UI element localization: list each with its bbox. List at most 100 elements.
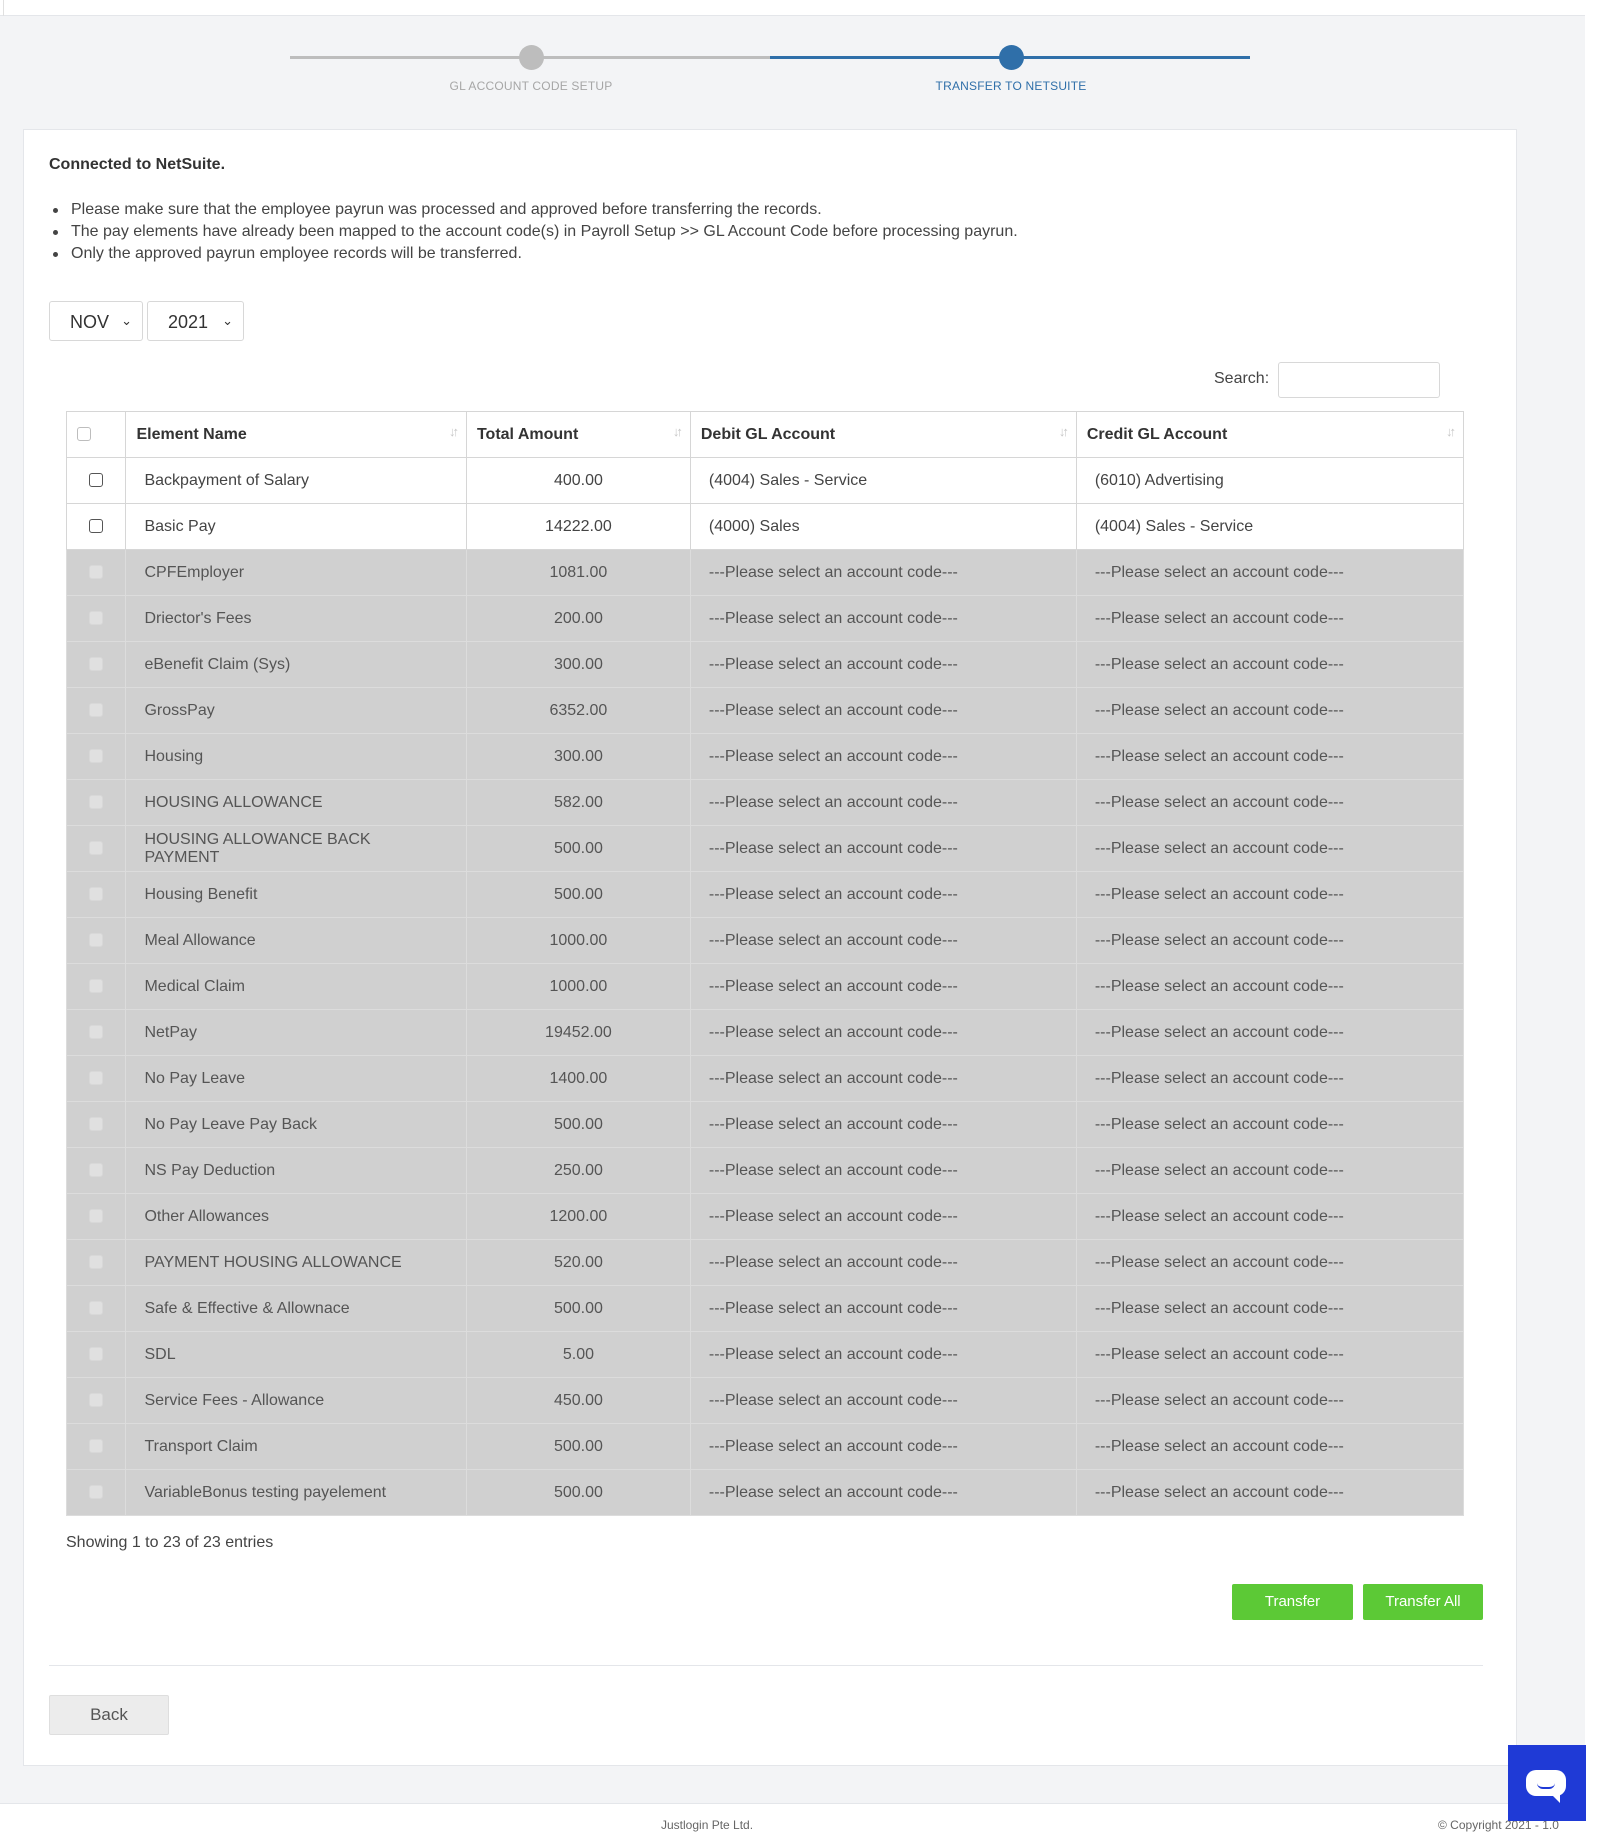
row-checkbox[interactable] [89, 473, 104, 488]
debit-account-cell: ---Please select an account code--- [689, 733, 1077, 780]
sort-arrows-icon[interactable]: ↓↑ [1446, 424, 1456, 439]
total-amount-cell: 1081.00 [465, 549, 691, 596]
row-select-cell [65, 1285, 127, 1332]
row-select-cell[interactable] [65, 457, 127, 504]
sort-arrows-icon[interactable]: ↓↑ [673, 424, 683, 439]
transfer-button[interactable]: Transfer [1232, 1584, 1353, 1620]
row-select-cell[interactable] [65, 503, 127, 550]
row-checkbox[interactable] [89, 519, 104, 534]
table-row: HOUSING ALLOWANCE 582.00 ---Please select … [65, 779, 1465, 826]
table-row[interactable]: Backpayment of Salary 400.00 (4004) Sales … [65, 457, 1465, 504]
transfer-all-button[interactable]: Transfer All [1363, 1584, 1483, 1620]
month-select-value: NOV [70, 312, 110, 332]
total-amount-cell: 500.00 [465, 825, 691, 872]
month-select[interactable]: NOV ⌄ [49, 301, 143, 341]
element-name-cell: No Pay Leave [125, 1055, 467, 1102]
debit-account-cell: ---Please select an account code--- [689, 595, 1077, 642]
table-row: eBenefit Claim (Sys) 300.00 ---Please sele… [65, 641, 1465, 688]
debit-account-cell: (4004) Sales - Service [689, 457, 1077, 504]
debit-account-cell: ---Please select an account code--- [689, 1285, 1077, 1332]
row-checkbox [89, 933, 104, 948]
total-amount-cell: 300.00 [465, 733, 691, 780]
sort-arrows-icon[interactable]: ↓↑ [1059, 424, 1069, 439]
row-select-cell [65, 825, 127, 872]
credit-account-cell: ---Please select an account code--- [1075, 595, 1465, 642]
row-select-cell [65, 1147, 127, 1194]
total-amount-cell: 500.00 [465, 1285, 691, 1332]
search-label: Search: [1214, 370, 1270, 387]
connection-status: Connected to NetSuite. [49, 156, 226, 173]
table-row: VariableBonus testing payelement 500.00 --… [65, 1469, 1465, 1516]
total-amount-cell: 500.00 [465, 1101, 691, 1148]
step-1-label[interactable]: GL ACCOUNT CODE SETUP [411, 79, 651, 93]
row-select-cell [65, 1377, 127, 1424]
footer-company: Justlogin Pte Ltd. [661, 1818, 754, 1832]
select-all-checkbox[interactable] [77, 427, 91, 442]
step-2-label[interactable]: TRANSFER TO NETSUITE [891, 79, 1131, 93]
debit-account-cell: ---Please select an account code--- [689, 917, 1077, 964]
back-button[interactable]: Back [49, 1695, 169, 1735]
select-all-header[interactable] [65, 411, 127, 458]
table-row: No Pay Leave Pay Back 500.00 ---Please sel… [65, 1101, 1465, 1148]
credit-account-cell: ---Please select an account code--- [1075, 1377, 1465, 1424]
table-row: CPFEmployer 1081.00 ---Please select an ac… [65, 549, 1465, 596]
row-select-cell [65, 1055, 127, 1102]
column-header-element-name[interactable]: Element Name ↓↑ [125, 411, 467, 458]
entries-info: Showing 1 to 23 of 23 entries [66, 1534, 274, 1551]
debit-account-cell: ---Please select an account code--- [689, 963, 1077, 1010]
step-2-dot[interactable] [999, 45, 1024, 70]
table-row: Housing Benefit 500.00 ---Please select an… [65, 871, 1465, 918]
step-1-dot[interactable] [519, 45, 544, 70]
row-checkbox [89, 1485, 104, 1500]
column-header-debit-gl[interactable]: Debit GL Account ↓↑ [689, 411, 1077, 458]
top-bar-notch [0, 0, 4, 16]
total-amount-cell: 500.00 [465, 871, 691, 918]
element-name-cell: eBenefit Claim (Sys) [125, 641, 467, 688]
debit-account-cell: ---Please select an account code--- [689, 1147, 1077, 1194]
progress-stepper: GL ACCOUNT CODE SETUP TRANSFER TO NETSUI… [290, 44, 1250, 104]
sort-arrows-icon[interactable]: ↓↑ [449, 424, 459, 439]
credit-account-cell: ---Please select an account code--- [1075, 733, 1465, 780]
instruction-item: The pay elements have already been mappe… [49, 221, 1018, 243]
year-select[interactable]: 2021 ⌄ [147, 301, 244, 341]
element-name-cell: Housing [125, 733, 467, 780]
total-amount-cell: 19452.00 [465, 1009, 691, 1056]
row-select-cell [65, 779, 127, 826]
row-select-cell [65, 1101, 127, 1148]
table-row[interactable]: Basic Pay 14222.00 (4000) Sales (4004) Sale… [65, 503, 1465, 550]
table-row: Safe & Effective & Allownace 500.00 ---Ple… [65, 1285, 1465, 1332]
column-header-total-amount[interactable]: Total Amount ↓↑ [465, 411, 691, 458]
column-header-label: Credit GL Account [1086, 425, 1228, 443]
debit-account-cell: ---Please select an account code--- [689, 1009, 1077, 1056]
element-name-cell: CPFEmployer [125, 549, 467, 596]
element-name-cell: HOUSING ALLOWANCE BACK PAYMENT [125, 825, 467, 872]
credit-account-cell: (6010) Advertising [1075, 457, 1465, 504]
total-amount-cell: 500.00 [465, 1469, 691, 1516]
debit-account-cell: ---Please select an account code--- [689, 641, 1077, 688]
element-name-cell: Backpayment of Salary [125, 457, 467, 504]
row-select-cell [65, 1239, 127, 1286]
element-name-cell: HOUSING ALLOWANCE [125, 779, 467, 826]
debit-account-cell: ---Please select an account code--- [689, 1331, 1077, 1378]
search-input[interactable] [1278, 362, 1440, 398]
row-checkbox [89, 565, 104, 580]
table-row: SDL 5.00 ---Please select an account code-… [65, 1331, 1465, 1378]
credit-account-cell: ---Please select an account code--- [1075, 687, 1465, 734]
total-amount-cell: 1400.00 [465, 1055, 691, 1102]
element-name-cell: Driector's Fees [125, 595, 467, 642]
credit-account-cell: ---Please select an account code--- [1075, 641, 1465, 688]
table-row: Housing 300.00 ---Please select an account… [65, 733, 1465, 780]
row-checkbox [89, 1209, 104, 1224]
row-select-cell [65, 1423, 127, 1470]
element-name-cell: Medical Claim [125, 963, 467, 1010]
chat-widget-button[interactable] [1508, 1745, 1586, 1821]
total-amount-cell: 400.00 [465, 457, 691, 504]
column-header-credit-gl[interactable]: Credit GL Account ↓↑ [1075, 411, 1465, 458]
divider [49, 1665, 1483, 1666]
row-checkbox [89, 979, 104, 994]
row-checkbox [89, 1347, 104, 1362]
total-amount-cell: 500.00 [465, 1423, 691, 1470]
top-bar [0, 0, 1585, 16]
table-row: NetPay 19452.00 ---Please select an accoun… [65, 1009, 1465, 1056]
credit-account-cell: ---Please select an account code--- [1075, 1331, 1465, 1378]
